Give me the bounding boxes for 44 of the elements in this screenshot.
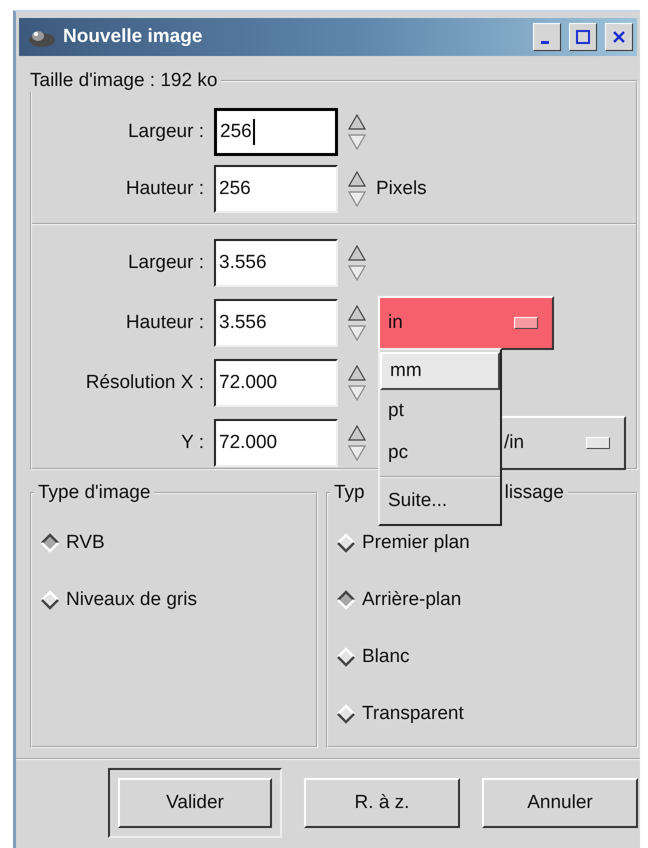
spin-arrows-icon [348, 114, 366, 150]
radio-option[interactable]: Transparent [336, 697, 636, 731]
frame-title: Taille d'image : 192 ko [29, 70, 218, 92]
field-label: Résolution X : [86, 372, 204, 394]
close-button[interactable] [605, 23, 633, 51]
spin-arrows-icon [348, 425, 366, 461]
minimize-button[interactable] [533, 23, 561, 51]
spin-arrows-icon [348, 305, 366, 341]
radio-option[interactable]: Premier plan [336, 526, 636, 560]
number-field[interactable]: 256 [214, 165, 338, 213]
frame-title: lissage [504, 482, 564, 503]
unit-label: Pixels [376, 178, 428, 200]
field-label: Hauteur : [126, 312, 204, 334]
text-cursor [252, 119, 255, 145]
unit-dropdown[interactable]: in [378, 296, 554, 350]
spin-arrows-icon [348, 365, 366, 401]
minimize-icon [541, 41, 549, 44]
menu-item[interactable]: mm [380, 352, 500, 390]
spin-arrows-icon [348, 171, 366, 207]
spin-arrows-icon [348, 245, 366, 281]
field-label: Hauteur : [126, 178, 204, 200]
menu-item[interactable]: Suite... [380, 480, 500, 522]
number-field[interactable]: 72.000 [214, 359, 338, 407]
dialog-button[interactable]: Valider [118, 778, 272, 828]
dropdown-indicator-icon [514, 317, 538, 329]
radio-option[interactable]: RVB [40, 526, 316, 560]
number-field[interactable]: 3.556 [214, 239, 338, 287]
radio-option[interactable]: Blanc [336, 640, 636, 674]
window-title: Nouvelle image [63, 26, 204, 48]
dialog-button[interactable]: R. à z. [304, 778, 460, 828]
field-label: Largeur : [128, 121, 204, 143]
frame-title: Typ [334, 482, 365, 503]
dropdown-indicator-icon [586, 437, 610, 449]
dialog-button[interactable]: Annuler [482, 778, 638, 828]
frame-title: Type d'image [37, 482, 152, 504]
radio-option[interactable]: Arrière-plan [336, 583, 636, 617]
radio-option[interactable]: Niveaux de gris [40, 583, 316, 617]
number-field[interactable]: 3.556 [214, 299, 338, 347]
field-label: Largeur : [128, 252, 204, 274]
maximize-icon [574, 28, 592, 46]
field-label: Y : [181, 432, 204, 454]
maximize-button[interactable] [569, 23, 597, 51]
number-field[interactable]: 72.000 [214, 419, 338, 467]
number-field[interactable]: 256 [214, 108, 338, 156]
